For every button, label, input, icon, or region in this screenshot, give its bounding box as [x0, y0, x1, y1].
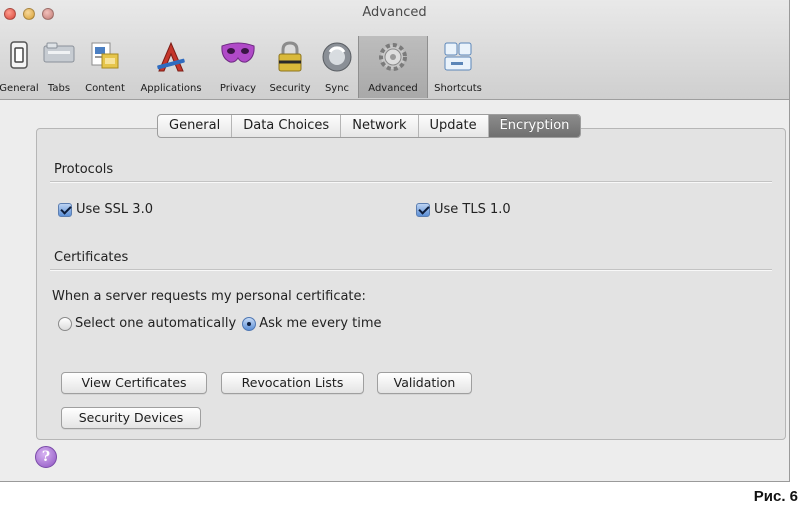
certificate-prompt: When a server requests my personal certi…: [52, 289, 366, 304]
ask-every-time-label[interactable]: Ask me every time: [259, 316, 381, 331]
toolbar-label: Shortcuts: [434, 83, 482, 94]
certificate-choice-group: Select one automatically Ask me every ti…: [58, 316, 382, 331]
certificates-heading: Certificates: [54, 250, 129, 265]
gear-icon: [379, 43, 407, 71]
figure-caption: Рис. 6: [753, 488, 798, 505]
toolbar-general[interactable]: General: [0, 36, 39, 98]
content-icon: [91, 42, 119, 69]
toolbar-label: Content: [85, 83, 125, 94]
validation-button[interactable]: Validation: [377, 372, 472, 394]
toolbar-advanced[interactable]: Advanced: [358, 36, 428, 98]
security-devices-button[interactable]: Security Devices: [61, 407, 201, 429]
toolbar-privacy[interactable]: Privacy: [212, 36, 264, 98]
toolbar-label: General: [0, 83, 39, 94]
tab-network[interactable]: Network: [341, 115, 419, 137]
use-ssl-checkbox[interactable]: Use SSL 3.0: [58, 202, 153, 217]
checkbox-checked-icon: [58, 202, 72, 217]
toolbar-tabs[interactable]: Tabs: [38, 36, 80, 98]
keyboard-icon: [444, 42, 472, 71]
toolbar-shortcuts[interactable]: Shortcuts: [428, 36, 488, 98]
help-button[interactable]: ?: [35, 446, 57, 468]
preferences-toolbar: General Tabs Content Applications Privac…: [0, 36, 488, 98]
switch-icon: [10, 41, 28, 69]
use-ssl-label: Use SSL 3.0: [76, 202, 153, 217]
toolbar-content[interactable]: Content: [80, 36, 130, 98]
protocols-heading: Protocols: [54, 162, 114, 177]
select-automatically-label[interactable]: Select one automatically: [75, 316, 236, 331]
tabs-icon: [43, 42, 75, 63]
toolbar-label: Tabs: [47, 83, 71, 94]
padlock-icon: [278, 41, 302, 72]
protocols-divider: [50, 181, 772, 182]
title-bar: Advanced General Tabs Content Applicatio…: [0, 0, 789, 100]
privacy-mask-icon: [221, 42, 255, 63]
preferences-window: Advanced General Tabs Content Applicatio…: [0, 0, 790, 482]
radio-select-automatically[interactable]: [58, 316, 72, 331]
view-certificates-button[interactable]: View Certificates: [61, 372, 207, 394]
toolbar-label: Sync: [324, 83, 350, 94]
checkbox-checked-icon: [416, 202, 430, 217]
toolbar-label: Privacy: [219, 83, 257, 94]
applications-icon: [157, 41, 185, 72]
toolbar-label: Advanced: [368, 83, 418, 94]
toolbar-label: Applications: [140, 83, 202, 94]
tab-data-choices[interactable]: Data Choices: [232, 115, 342, 137]
preferences-tab-bar: General Data Choices Network Update Encr…: [157, 114, 582, 138]
sync-icon: [322, 42, 352, 72]
radio-ask-every-time[interactable]: [242, 316, 257, 331]
tab-update[interactable]: Update: [419, 115, 489, 137]
revocation-lists-button[interactable]: Revocation Lists: [221, 372, 364, 394]
toolbar-security[interactable]: Security: [264, 36, 316, 98]
toolbar-sync[interactable]: Sync: [316, 36, 358, 98]
use-tls-label: Use TLS 1.0: [434, 202, 511, 217]
tab-encryption[interactable]: Encryption: [488, 115, 581, 137]
toolbar-label: Security: [269, 83, 311, 94]
certificates-divider: [50, 269, 772, 270]
tab-general[interactable]: General: [158, 115, 233, 137]
toolbar-applications[interactable]: Applications: [130, 36, 212, 98]
window-title: Advanced: [362, 5, 427, 20]
use-tls-checkbox[interactable]: Use TLS 1.0: [416, 202, 511, 217]
